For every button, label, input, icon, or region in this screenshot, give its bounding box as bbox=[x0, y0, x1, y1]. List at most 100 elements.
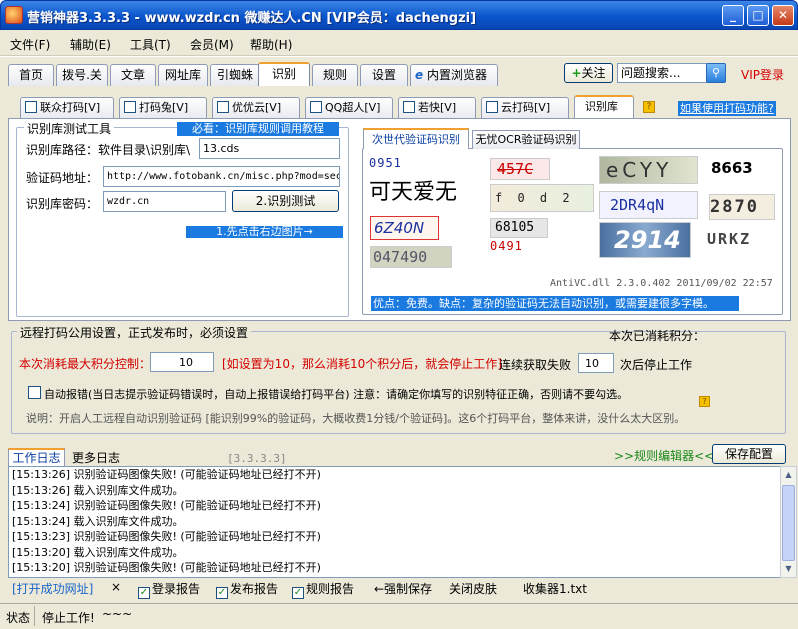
log-version: [3.3.3.3] bbox=[227, 452, 287, 465]
scroll-thumb[interactable] bbox=[782, 485, 795, 561]
checkbox[interactable] bbox=[217, 101, 229, 113]
force-save-link[interactable]: ←强制保存 bbox=[374, 580, 432, 597]
follow-button[interactable]: +关注 bbox=[564, 63, 613, 83]
subtab-qq-chaoren[interactable]: QQ超人[V] bbox=[305, 97, 393, 118]
menu-tools[interactable]: 工具(T) bbox=[130, 36, 171, 53]
url-input[interactable]: http://www.fotobank.cn/misc.php?mod=secc… bbox=[103, 166, 340, 187]
minimize-button[interactable]: _ bbox=[722, 5, 744, 26]
tab-dial[interactable]: 拨号.关 bbox=[56, 64, 108, 86]
subtab-label: QQ超人[V] bbox=[325, 101, 381, 114]
must-read-link[interactable]: 必看：识别库规则调用教程 bbox=[177, 122, 339, 136]
checkbox[interactable] bbox=[124, 101, 136, 113]
tab-browser[interactable]: e 内置浏览器 bbox=[410, 64, 498, 86]
close-button[interactable]: ✕ bbox=[772, 5, 794, 26]
captcha-sample[interactable]: 047490 bbox=[370, 246, 452, 268]
password-input[interactable]: wzdr.cn bbox=[103, 191, 226, 212]
checkbox[interactable] bbox=[486, 101, 498, 113]
search-icon[interactable]: ⚲ bbox=[706, 63, 726, 83]
tab-home[interactable]: 首页 bbox=[8, 64, 54, 86]
max-points-note: [如设置为10，那么消耗10个积分后，就会停止工作] bbox=[222, 357, 502, 371]
tab-article[interactable]: 文章 bbox=[110, 64, 156, 86]
help-link[interactable]: 如果使用打码功能? bbox=[678, 101, 776, 116]
remote-description: 说明：开启人工远程自动识别验证码 [能识别99%的验证码，大概收费1分钱/个验证… bbox=[26, 412, 686, 425]
path-input[interactable]: 13.cds bbox=[199, 138, 340, 159]
captcha-sample[interactable]: 68105 bbox=[490, 218, 548, 238]
subtab-recognition-lib[interactable]: 识别库 bbox=[574, 95, 634, 118]
subtab-label: 打码兔[V] bbox=[139, 101, 189, 114]
ie-icon: e bbox=[415, 68, 424, 82]
vip-login-link[interactable]: VIP登录 bbox=[741, 66, 784, 83]
captcha-sample[interactable]: eCYY bbox=[599, 156, 698, 184]
search-input[interactable]: 问题搜索... bbox=[617, 63, 707, 83]
recognize-test-button[interactable]: 2.识别测试 bbox=[232, 190, 339, 212]
captcha-sample[interactable]: 6Z40N bbox=[370, 216, 439, 240]
log-list: [15:13:26] 识别验证码图像失败! (可能验证码地址已经打不开) [15… bbox=[8, 466, 781, 578]
captcha-sample[interactable]: 8663 bbox=[709, 158, 763, 180]
menu-member[interactable]: 会员(M) bbox=[190, 36, 234, 53]
status-divider bbox=[34, 606, 35, 626]
captcha-sample[interactable]: URKZ bbox=[707, 228, 767, 252]
menu-file[interactable]: 文件(F) bbox=[10, 36, 50, 53]
help-icon[interactable]: ? bbox=[643, 101, 655, 113]
captcha-sample[interactable]: 2DR4qN bbox=[599, 191, 698, 219]
captcha-sample[interactable]: f 0 d 2 bbox=[490, 184, 594, 212]
subtab-lianzhong[interactable]: 联众打码[V] bbox=[20, 97, 114, 118]
tab-wuyou-ocr[interactable]: 无忧OCR验证码识别 bbox=[472, 130, 580, 149]
subtab-yundama[interactable]: 云打码[V] bbox=[481, 97, 569, 118]
tab-next-gen-captcha[interactable]: 次世代验证码识别 bbox=[363, 128, 469, 149]
open-success-url-link[interactable]: [打开成功网址] bbox=[12, 580, 93, 597]
scroll-down-icon[interactable]: ▼ bbox=[782, 562, 795, 576]
status-text: 停止工作! bbox=[42, 611, 95, 625]
rule-editor-link[interactable]: >>规则编辑器<< bbox=[614, 447, 714, 464]
tab-spider[interactable]: 引蜘蛛 bbox=[210, 64, 260, 86]
publish-report-label: 发布报告 bbox=[230, 582, 279, 596]
maximize-button[interactable]: □ bbox=[747, 5, 769, 26]
menu-help[interactable]: 帮助(H) bbox=[250, 36, 292, 53]
max-points-label: 本次消耗最大积分控制： bbox=[19, 357, 152, 371]
tab-more-log[interactable]: 更多日志 bbox=[67, 450, 125, 467]
save-config-button[interactable]: 保存配置 bbox=[712, 444, 786, 464]
follow-label: 关注 bbox=[581, 66, 606, 80]
subtab-youyouyun[interactable]: 优优云[V] bbox=[212, 97, 300, 118]
captcha-sample[interactable]: 457C bbox=[490, 158, 550, 180]
window-title: 营销神器3.3.3.3 - www.wzdr.cn 微赚达人.CN [VIP会员… bbox=[27, 11, 477, 26]
publish-report-option[interactable]: ✓ 发布报告 bbox=[216, 580, 278, 599]
rule-report-label: 规则报告 bbox=[306, 582, 355, 596]
checkbox-checked[interactable]: ✓ bbox=[216, 587, 228, 599]
scroll-up-icon[interactable]: ▲ bbox=[782, 468, 795, 482]
subtab-ruokuai[interactable]: 若快[V] bbox=[398, 97, 476, 118]
checkbox[interactable] bbox=[310, 101, 322, 113]
captcha-sample[interactable]: 2914 bbox=[599, 222, 691, 258]
close-icon[interactable]: × bbox=[111, 580, 121, 594]
captcha-sample[interactable]: 可天爱无 bbox=[369, 178, 481, 210]
close-skin-link[interactable]: 关闭皮肤 bbox=[449, 580, 497, 597]
subtab-label: 联众打码[V] bbox=[40, 101, 101, 114]
click-hint: 1.先点击右边图片→ bbox=[186, 226, 343, 238]
collector-file-link[interactable]: 收集器1.txt bbox=[523, 580, 587, 597]
fail-count-input[interactable]: 10 bbox=[578, 353, 614, 373]
log-scrollbar[interactable]: ▲ ▼ bbox=[780, 466, 797, 578]
rule-report-option[interactable]: ✓ 规则报告 bbox=[292, 580, 354, 599]
tab-url-lib[interactable]: 网址库 bbox=[158, 64, 208, 86]
subtab-label: 优优云[V] bbox=[232, 101, 282, 114]
url-label: 验证码地址： bbox=[26, 171, 99, 185]
log-line: [15:13:20] 载入识别库文件成功。 bbox=[12, 545, 184, 559]
captcha-sample[interactable]: 0491 bbox=[490, 238, 534, 256]
captcha-sample[interactable]: 0951 bbox=[369, 156, 411, 174]
checkbox-checked[interactable]: ✓ bbox=[138, 587, 150, 599]
tab-recognize[interactable]: 识别 bbox=[258, 62, 310, 86]
help-icon[interactable]: ? bbox=[699, 396, 710, 407]
auto-report-checkbox[interactable] bbox=[28, 386, 41, 399]
menu-assist[interactable]: 辅助(E) bbox=[70, 36, 111, 53]
tab-rules[interactable]: 规则 bbox=[312, 64, 358, 86]
login-report-option[interactable]: ✓ 登录报告 bbox=[138, 580, 200, 599]
checkbox[interactable] bbox=[403, 101, 415, 113]
tab-work-log[interactable]: 工作日志 bbox=[8, 448, 65, 467]
checkbox[interactable] bbox=[25, 101, 37, 113]
captcha-sample[interactable]: 2870 bbox=[709, 194, 775, 220]
tab-settings[interactable]: 设置 bbox=[360, 64, 408, 86]
subtab-damatu[interactable]: 打码兔[V] bbox=[119, 97, 207, 118]
log-line: [15:13:24] 识别验证码图像失败! (可能验证码地址已经打不开) bbox=[12, 499, 321, 512]
checkbox-checked[interactable]: ✓ bbox=[292, 587, 304, 599]
max-points-input[interactable]: 10 bbox=[150, 352, 214, 372]
